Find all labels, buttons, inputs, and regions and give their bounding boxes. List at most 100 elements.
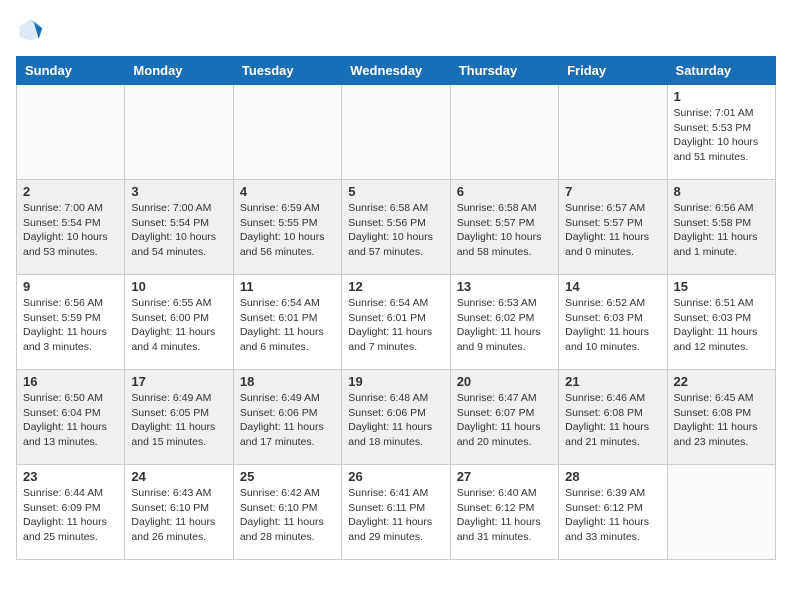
day-number: 2 [23, 184, 118, 199]
calendar-cell: 10 Sunrise: 6:55 AM Sunset: 6:00 PM Dayli… [125, 275, 233, 370]
day-number: 10 [131, 279, 226, 294]
day-info: Sunrise: 6:47 AM Sunset: 6:07 PM Dayligh… [457, 391, 552, 450]
calendar-cell: 20 Sunrise: 6:47 AM Sunset: 6:07 PM Dayli… [450, 370, 558, 465]
day-number: 12 [348, 279, 443, 294]
calendar-cell: 12 Sunrise: 6:54 AM Sunset: 6:01 PM Dayli… [342, 275, 450, 370]
day-info: Sunrise: 6:43 AM Sunset: 6:10 PM Dayligh… [131, 486, 226, 545]
weekday-header-wednesday: Wednesday [342, 57, 450, 85]
day-number: 24 [131, 469, 226, 484]
calendar-cell [559, 85, 667, 180]
week-row-5: 23 Sunrise: 6:44 AM Sunset: 6:09 PM Dayli… [17, 465, 776, 560]
day-number: 1 [674, 89, 769, 104]
calendar-cell: 14Sunrise: 6:52 AM Sunset: 6:03 PM Dayli… [559, 275, 667, 370]
week-row-3: 9 Sunrise: 6:56 AM Sunset: 5:59 PM Daylig… [17, 275, 776, 370]
page-header [16, 16, 776, 44]
day-number: 23 [23, 469, 118, 484]
weekday-header-friday: Friday [559, 57, 667, 85]
day-number: 20 [457, 374, 552, 389]
calendar: SundayMondayTuesdayWednesdayThursdayFrid… [16, 56, 776, 560]
calendar-cell: 27 Sunrise: 6:40 AM Sunset: 6:12 PM Dayli… [450, 465, 558, 560]
day-number: 22 [674, 374, 769, 389]
calendar-cell [125, 85, 233, 180]
day-info: Sunrise: 6:46 AM Sunset: 6:08 PM Dayligh… [565, 391, 660, 450]
calendar-cell: 24 Sunrise: 6:43 AM Sunset: 6:10 PM Dayli… [125, 465, 233, 560]
calendar-cell: 25 Sunrise: 6:42 AM Sunset: 6:10 PM Dayli… [233, 465, 341, 560]
calendar-cell [450, 85, 558, 180]
day-info: Sunrise: 7:01 AM Sunset: 5:53 PM Dayligh… [674, 106, 769, 165]
day-info: Sunrise: 7:00 AM Sunset: 5:54 PM Dayligh… [23, 201, 118, 260]
weekday-header-saturday: Saturday [667, 57, 775, 85]
day-info: Sunrise: 6:56 AM Sunset: 5:58 PM Dayligh… [674, 201, 769, 260]
day-info: Sunrise: 7:00 AM Sunset: 5:54 PM Dayligh… [131, 201, 226, 260]
day-number: 19 [348, 374, 443, 389]
calendar-cell: 22 Sunrise: 6:45 AM Sunset: 6:08 PM Dayli… [667, 370, 775, 465]
calendar-cell: 4 Sunrise: 6:59 AM Sunset: 5:55 PM Daylig… [233, 180, 341, 275]
day-info: Sunrise: 6:39 AM Sunset: 6:12 PM Dayligh… [565, 486, 660, 545]
day-number: 27 [457, 469, 552, 484]
calendar-cell: 23 Sunrise: 6:44 AM Sunset: 6:09 PM Dayli… [17, 465, 125, 560]
day-number: 25 [240, 469, 335, 484]
day-info: Sunrise: 6:58 AM Sunset: 5:57 PM Dayligh… [457, 201, 552, 260]
calendar-cell: 17Sunrise: 6:49 AM Sunset: 6:05 PM Dayli… [125, 370, 233, 465]
day-number: 13 [457, 279, 552, 294]
calendar-cell [233, 85, 341, 180]
day-info: Sunrise: 6:42 AM Sunset: 6:10 PM Dayligh… [240, 486, 335, 545]
day-info: Sunrise: 6:52 AM Sunset: 6:03 PM Dayligh… [565, 296, 660, 355]
day-info: Sunrise: 6:45 AM Sunset: 6:08 PM Dayligh… [674, 391, 769, 450]
day-number: 8 [674, 184, 769, 199]
calendar-cell: 3Sunrise: 7:00 AM Sunset: 5:54 PM Daylig… [125, 180, 233, 275]
weekday-header-sunday: Sunday [17, 57, 125, 85]
weekday-header-thursday: Thursday [450, 57, 558, 85]
calendar-cell: 2 Sunrise: 7:00 AM Sunset: 5:54 PM Daylig… [17, 180, 125, 275]
day-number: 6 [457, 184, 552, 199]
calendar-cell [667, 465, 775, 560]
day-info: Sunrise: 6:54 AM Sunset: 6:01 PM Dayligh… [240, 296, 335, 355]
calendar-cell: 7 Sunrise: 6:57 AM Sunset: 5:57 PM Daylig… [559, 180, 667, 275]
calendar-cell [342, 85, 450, 180]
day-info: Sunrise: 6:55 AM Sunset: 6:00 PM Dayligh… [131, 296, 226, 355]
day-number: 7 [565, 184, 660, 199]
week-row-4: 16 Sunrise: 6:50 AM Sunset: 6:04 PM Dayli… [17, 370, 776, 465]
day-info: Sunrise: 6:48 AM Sunset: 6:06 PM Dayligh… [348, 391, 443, 450]
day-info: Sunrise: 6:54 AM Sunset: 6:01 PM Dayligh… [348, 296, 443, 355]
calendar-cell: 9 Sunrise: 6:56 AM Sunset: 5:59 PM Daylig… [17, 275, 125, 370]
day-info: Sunrise: 6:41 AM Sunset: 6:11 PM Dayligh… [348, 486, 443, 545]
calendar-cell: 5Sunrise: 6:58 AM Sunset: 5:56 PM Daylig… [342, 180, 450, 275]
day-info: Sunrise: 6:49 AM Sunset: 6:06 PM Dayligh… [240, 391, 335, 450]
week-row-2: 2 Sunrise: 7:00 AM Sunset: 5:54 PM Daylig… [17, 180, 776, 275]
day-info: Sunrise: 6:53 AM Sunset: 6:02 PM Dayligh… [457, 296, 552, 355]
day-info: Sunrise: 6:51 AM Sunset: 6:03 PM Dayligh… [674, 296, 769, 355]
logo-icon [16, 16, 44, 44]
day-number: 9 [23, 279, 118, 294]
day-number: 26 [348, 469, 443, 484]
calendar-cell: 11 Sunrise: 6:54 AM Sunset: 6:01 PM Dayli… [233, 275, 341, 370]
calendar-cell: 26 Sunrise: 6:41 AM Sunset: 6:11 PM Dayli… [342, 465, 450, 560]
calendar-cell: 19 Sunrise: 6:48 AM Sunset: 6:06 PM Dayli… [342, 370, 450, 465]
calendar-cell: 21Sunrise: 6:46 AM Sunset: 6:08 PM Dayli… [559, 370, 667, 465]
calendar-cell: 13 Sunrise: 6:53 AM Sunset: 6:02 PM Dayli… [450, 275, 558, 370]
calendar-cell: 6 Sunrise: 6:58 AM Sunset: 5:57 PM Daylig… [450, 180, 558, 275]
calendar-cell: 15 Sunrise: 6:51 AM Sunset: 6:03 PM Dayli… [667, 275, 775, 370]
calendar-cell: 1 Sunrise: 7:01 AM Sunset: 5:53 PM Daylig… [667, 85, 775, 180]
day-number: 4 [240, 184, 335, 199]
day-number: 16 [23, 374, 118, 389]
day-info: Sunrise: 6:58 AM Sunset: 5:56 PM Dayligh… [348, 201, 443, 260]
week-row-1: 1 Sunrise: 7:01 AM Sunset: 5:53 PM Daylig… [17, 85, 776, 180]
day-info: Sunrise: 6:59 AM Sunset: 5:55 PM Dayligh… [240, 201, 335, 260]
calendar-cell: 16 Sunrise: 6:50 AM Sunset: 6:04 PM Dayli… [17, 370, 125, 465]
day-info: Sunrise: 6:44 AM Sunset: 6:09 PM Dayligh… [23, 486, 118, 545]
weekday-header-monday: Monday [125, 57, 233, 85]
weekday-header-tuesday: Tuesday [233, 57, 341, 85]
logo [16, 16, 48, 44]
day-info: Sunrise: 6:50 AM Sunset: 6:04 PM Dayligh… [23, 391, 118, 450]
day-number: 18 [240, 374, 335, 389]
day-info: Sunrise: 6:57 AM Sunset: 5:57 PM Dayligh… [565, 201, 660, 260]
weekday-header-row: SundayMondayTuesdayWednesdayThursdayFrid… [17, 57, 776, 85]
day-number: 11 [240, 279, 335, 294]
calendar-cell: 28Sunrise: 6:39 AM Sunset: 6:12 PM Dayli… [559, 465, 667, 560]
day-number: 15 [674, 279, 769, 294]
calendar-cell [17, 85, 125, 180]
calendar-cell: 8 Sunrise: 6:56 AM Sunset: 5:58 PM Daylig… [667, 180, 775, 275]
day-info: Sunrise: 6:40 AM Sunset: 6:12 PM Dayligh… [457, 486, 552, 545]
day-info: Sunrise: 6:56 AM Sunset: 5:59 PM Dayligh… [23, 296, 118, 355]
